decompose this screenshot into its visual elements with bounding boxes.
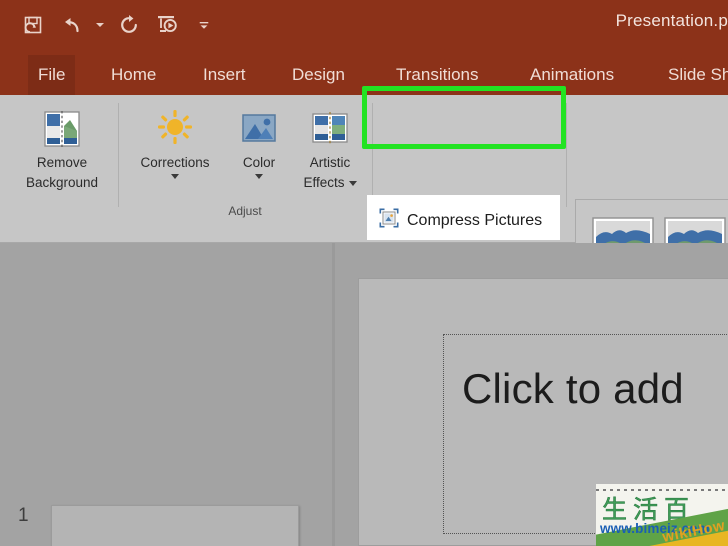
chevron-down-icon (96, 23, 104, 27)
tab-insert[interactable]: Insert (203, 55, 246, 95)
artistic-effects-label-line2: Effects (303, 175, 357, 191)
document-title: Presentation.p (615, 11, 728, 30)
start-slideshow-icon[interactable] (152, 10, 182, 40)
chevron-down-icon[interactable] (255, 174, 263, 179)
quick-access-toolbar (18, 10, 210, 40)
tab-home[interactable]: Home (111, 55, 156, 95)
chevron-down-icon[interactable] (348, 180, 357, 186)
corrections-label: Corrections (140, 155, 210, 170)
remove-background-label-line1: Remove (36, 155, 88, 170)
title-bar: Presentation.p (0, 0, 728, 55)
ribbon-group-adjust: Remove Background Corrections Color Arti… (0, 95, 372, 221)
artistic-effects-label-line1: Artistic (309, 155, 351, 170)
compress-pictures-label: Compress Pictures (407, 211, 543, 229)
artistic-effects-button[interactable]: Artistic Effects (291, 105, 369, 191)
customize-quick-access-caret[interactable] (198, 10, 210, 40)
group-separator (372, 103, 373, 207)
pane-splitter[interactable] (332, 243, 335, 546)
group-separator (118, 103, 119, 207)
slides-thumbnail-pane: 1 WikiHow Presentation 2 (0, 243, 310, 546)
remove-background-label-line2: Background (25, 175, 99, 190)
slide-number-1: 1 (18, 505, 29, 526)
tab-transitions[interactable]: Transitions (396, 55, 479, 95)
save-icon[interactable] (18, 10, 48, 40)
compress-pictures-icon (378, 207, 400, 234)
slide-thumbnail-1[interactable]: WikiHow Presentation (51, 505, 299, 546)
ribbon: Remove Background Corrections Color Arti… (0, 95, 728, 302)
compress-pictures-button[interactable]: Compress Pictures (378, 207, 542, 234)
color-picture-icon (237, 105, 281, 151)
remove-background-icon (40, 105, 84, 151)
corrections-button[interactable]: Corrections (126, 105, 224, 179)
tab-design[interactable]: Design (292, 55, 345, 95)
tab-animations[interactable]: Animations (530, 55, 614, 95)
tab-file[interactable]: File (28, 55, 76, 95)
artistic-effects-icon (308, 105, 352, 151)
color-label: Color (242, 155, 276, 170)
powerpoint-window: Presentation.p File Home Insert Design T… (0, 0, 728, 546)
ribbon-tab-bar: File Home Insert Design Transitions Anim… (0, 55, 728, 95)
undo-dropdown-caret[interactable] (94, 10, 106, 40)
ribbon-group-label-adjust: Adjust (228, 204, 262, 218)
tab-slide-show[interactable]: Slide Sh (668, 55, 728, 95)
watermark: 生活百科 www.bimeiz.com wikiHow (596, 484, 728, 546)
corrections-sun-icon (153, 105, 197, 151)
placeholder-prompt-text: Click to add (462, 365, 684, 412)
group-separator (566, 103, 567, 207)
undo-icon[interactable] (56, 10, 86, 40)
chevron-down-icon[interactable] (171, 174, 179, 179)
color-button[interactable]: Color (228, 105, 290, 179)
remove-background-button[interactable]: Remove Background (8, 105, 116, 191)
redo-icon[interactable] (114, 10, 144, 40)
